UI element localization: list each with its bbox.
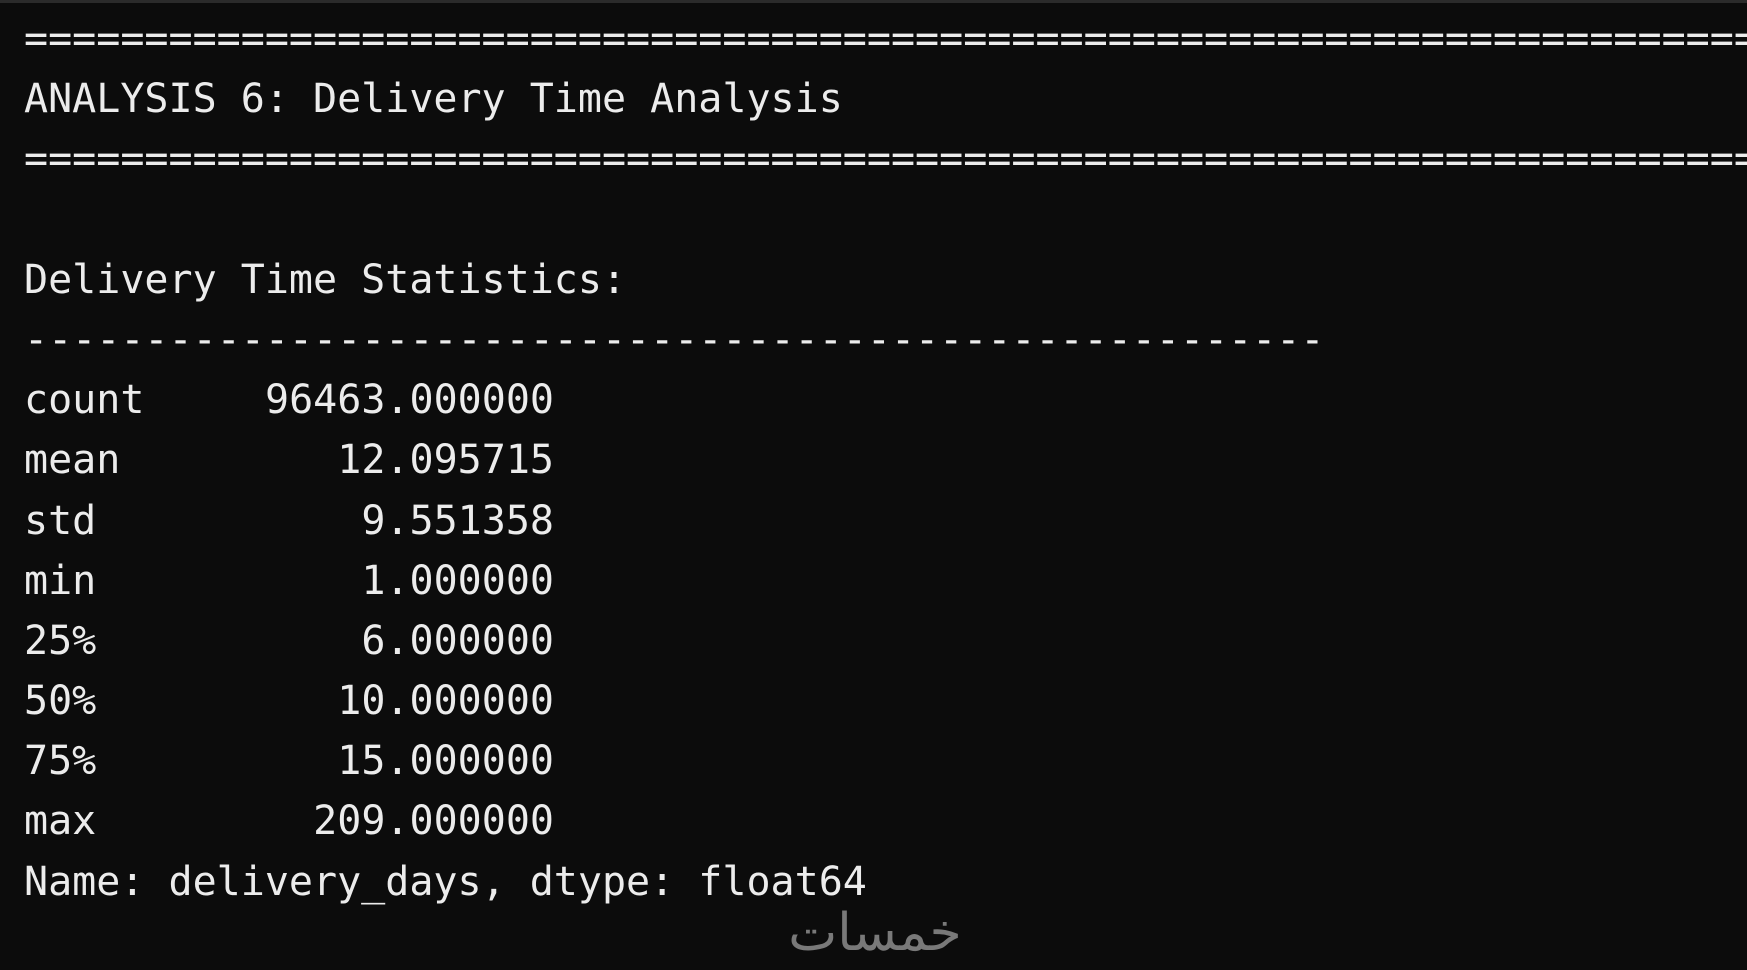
terminal-output: ========================================… [0, 0, 1747, 970]
stat-row-max: max 209.000000 [24, 791, 1747, 851]
analysis-title: ANALYSIS 6: Delivery Time Analysis [24, 76, 843, 123]
stat-row-count: count 96463.000000 [24, 370, 1747, 430]
stat-value: 9.551358 [361, 497, 554, 544]
stat-value: 1.000000 [361, 557, 554, 604]
stat-key: max [24, 798, 97, 845]
stat-row-mean: mean 12.095715 [24, 430, 1747, 490]
stat-row-75-percent: 75% 15.000000 [24, 731, 1747, 791]
stat-key: min [24, 557, 97, 604]
stat-row-std: std 9.551358 [24, 491, 1747, 551]
stat-key: 50% [24, 678, 97, 725]
separator-rule-bottom: ========================================… [24, 136, 1747, 183]
stat-key: mean [24, 437, 121, 484]
stats-heading: Delivery Time Statistics: [24, 256, 627, 303]
stat-key: count [24, 377, 145, 424]
stat-value: 209.000000 [313, 798, 554, 845]
stat-value: 12.095715 [337, 437, 554, 484]
stat-key: 75% [24, 738, 97, 785]
stat-row-25-percent: 25% 6.000000 [24, 611, 1747, 671]
stat-key: 25% [24, 617, 97, 664]
stat-value: 10.000000 [337, 678, 554, 725]
stat-row-50-percent: 50% 10.000000 [24, 671, 1747, 731]
stat-value: 6.000000 [361, 617, 554, 664]
stat-value: 96463.000000 [265, 377, 554, 424]
dash-separator: ----------------------------------------… [24, 316, 1325, 363]
stat-key: std [24, 497, 97, 544]
watermark-logo: خمسات [788, 903, 962, 963]
separator-rule-top: ========================================… [24, 16, 1747, 62]
stat-value: 15.000000 [337, 738, 554, 785]
stat-row-min: min 1.000000 [24, 551, 1747, 611]
